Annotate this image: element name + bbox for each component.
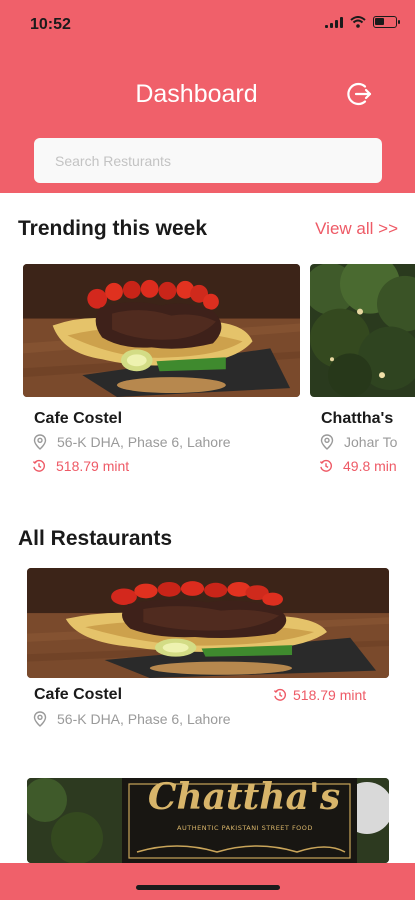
status-time: 10:52	[30, 16, 71, 33]
app-header: 10:52 Dashboard	[0, 0, 415, 193]
restaurant-address: Johar To	[320, 434, 397, 450]
status-bar: 10:52	[0, 0, 415, 50]
restaurant-time: 49.8 min	[319, 458, 397, 474]
restaurant-image: Chattha's AUTHENTIC PAKISTANI STREET FOO…	[27, 778, 389, 863]
view-all-link[interactable]: View all >>	[315, 219, 398, 239]
restaurant-name: Cafe Costel	[34, 686, 123, 703]
clock-icon	[273, 688, 287, 702]
home-indicator[interactable]	[136, 885, 280, 890]
trending-scroll-clip: Chattha's Johar To 49.8 min	[305, 260, 415, 490]
restaurant-name: Cafe Costel	[34, 410, 123, 427]
restaurant-name: Chattha's	[321, 410, 394, 427]
all-restaurants-title: All Restaurants	[18, 527, 173, 550]
address-text: 56-K DHA, Phase 6, Lahore	[57, 711, 231, 727]
restaurant-time: 518.79 mint	[32, 458, 129, 474]
clock-icon	[32, 459, 46, 473]
restaurant-list-item[interactable]: Chattha's AUTHENTIC PAKISTANI STREET FOO…	[27, 778, 389, 863]
restaurant-list-item[interactable]: Cafe Costel 518.79 mint 56-K DHA, Phase …	[27, 568, 389, 728]
restaurant-image	[23, 264, 300, 397]
page-title: Dashboard	[135, 80, 258, 108]
location-pin-icon	[33, 434, 47, 450]
logout-icon	[347, 82, 372, 106]
trending-card[interactable]: Chattha's Johar To 49.8 min	[310, 264, 415, 474]
restaurant-time: 518.79 mint	[273, 687, 366, 703]
bottom-bar	[0, 863, 415, 900]
cellular-signal-icon	[325, 16, 343, 28]
logout-button[interactable]	[345, 80, 375, 108]
location-pin-icon	[320, 434, 334, 450]
trending-section-title: Trending this week	[18, 217, 208, 240]
battery-icon	[373, 16, 400, 28]
restaurant-sign-subtext: AUTHENTIC PAKISTANI STREET FOOD	[177, 824, 313, 832]
time-text: 518.79 mint	[293, 687, 367, 703]
wifi-icon	[350, 16, 366, 28]
time-text: 518.79 mint	[56, 458, 130, 474]
restaurant-sign-text: Chattha's	[147, 778, 341, 818]
restaurant-image	[27, 568, 389, 678]
restaurant-address: 56-K DHA, Phase 6, Lahore	[33, 434, 231, 450]
time-text: 49.8 min	[343, 458, 397, 474]
address-text: Johar To	[344, 434, 398, 450]
trending-card[interactable]: Cafe Costel 56-K DHA, Phase 6, Lahore 51…	[23, 264, 300, 474]
clock-icon	[319, 459, 333, 473]
restaurant-address: 56-K DHA, Phase 6, Lahore	[33, 711, 231, 727]
restaurant-image	[310, 264, 415, 397]
search-input[interactable]	[34, 138, 382, 183]
location-pin-icon	[33, 711, 47, 727]
address-text: 56-K DHA, Phase 6, Lahore	[57, 434, 231, 450]
status-icons	[325, 16, 400, 28]
